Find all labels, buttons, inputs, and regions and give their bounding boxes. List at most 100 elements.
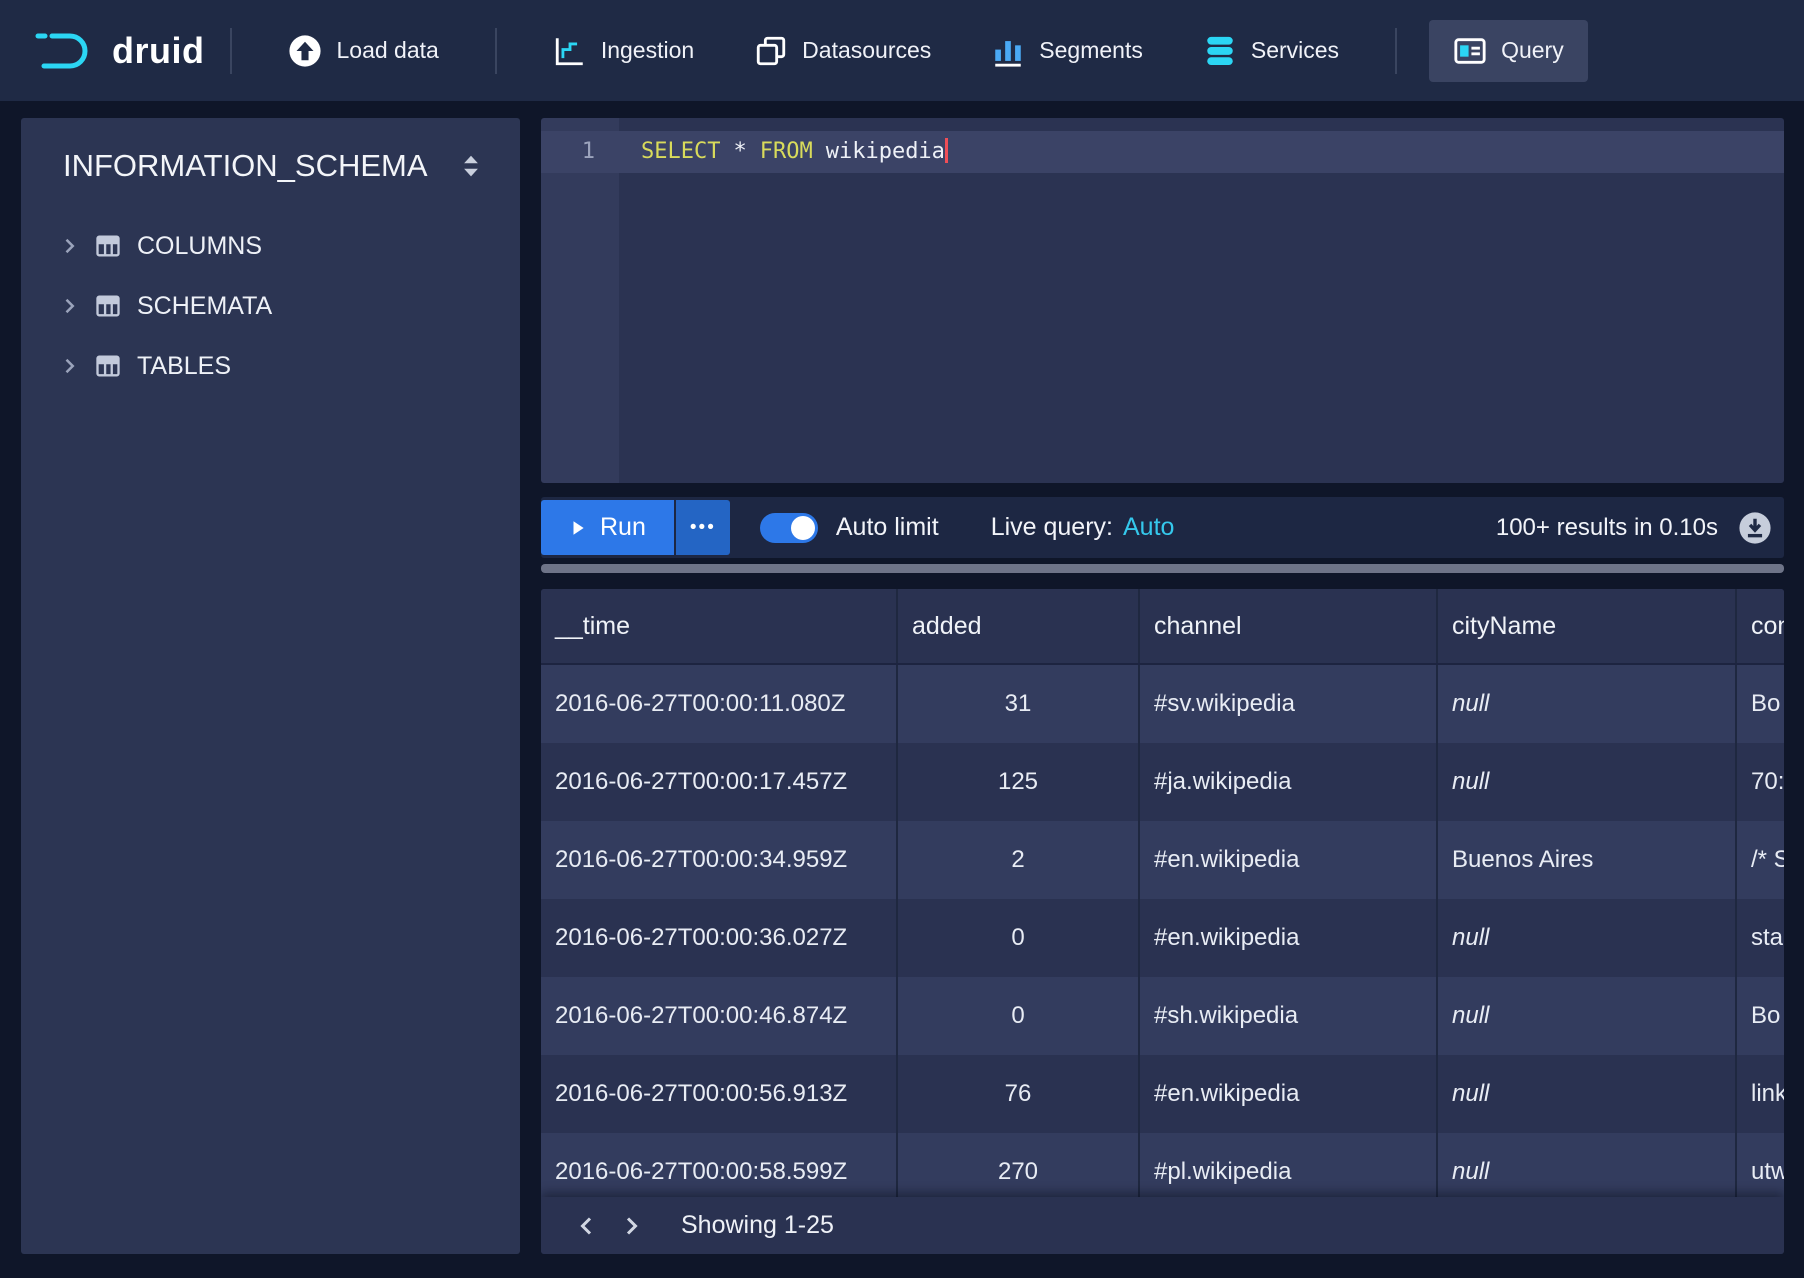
cell-time[interactable]: 2016-06-27T00:00:46.874Z (541, 977, 898, 1055)
editor-active-line[interactable]: 1 SELECT*FROMwikipedia (541, 131, 1784, 173)
cell-added[interactable]: 2 (898, 821, 1140, 899)
nav-item-query[interactable]: Query (1429, 20, 1588, 82)
table-row: 2016-06-27T00:00:36.027Z 0 #en.wikipedia… (541, 899, 1784, 977)
top-nav-bar: druid Load data Ingestion (0, 0, 1804, 101)
table-row: 2016-06-27T00:00:17.457Z 125 #ja.wikiped… (541, 743, 1784, 821)
logo-text: druid (112, 30, 204, 72)
nav-divider (1395, 28, 1397, 74)
tree-item-tables[interactable]: TABLES (21, 336, 520, 396)
cell-cityname[interactable]: Buenos Aires (1438, 821, 1737, 899)
nav-item-label: Segments (1039, 37, 1143, 64)
column-header-comment[interactable]: comment (1737, 589, 1784, 663)
schema-sidebar: INFORMATION_SCHEMA (21, 118, 520, 1254)
services-icon (1203, 34, 1237, 68)
download-results-button[interactable] (1738, 511, 1772, 545)
chevron-right-icon[interactable] (59, 236, 79, 256)
results-footer: Showing 1-25 (541, 1197, 1784, 1254)
cell-added[interactable]: 76 (898, 1055, 1140, 1133)
cell-comment[interactable]: link (1737, 1055, 1784, 1133)
table-row: 2016-06-27T00:00:11.080Z 31 #sv.wikipedi… (541, 665, 1784, 743)
next-page-button[interactable] (609, 1204, 653, 1248)
column-header-cityname[interactable]: cityName (1438, 589, 1737, 663)
auto-limit-toggle[interactable] (760, 513, 818, 543)
cell-cityname[interactable]: null (1438, 899, 1737, 977)
segments-icon (991, 34, 1025, 68)
auto-limit-label: Auto limit (836, 513, 939, 542)
cell-comment[interactable]: /* S (1737, 821, 1784, 899)
text-cursor (945, 138, 948, 163)
double-caret-vertical-icon (460, 152, 482, 180)
editor-empty-area[interactable] (541, 173, 1784, 483)
druid-logo[interactable]: druid (34, 28, 204, 74)
nav-item-services[interactable]: Services (1179, 20, 1363, 82)
ingestion-icon (553, 34, 587, 68)
cell-comment[interactable]: 70: (1737, 743, 1784, 821)
cell-channel[interactable]: #ja.wikipedia (1140, 743, 1438, 821)
live-query-mode-button[interactable]: Auto (1123, 513, 1174, 542)
cell-time[interactable]: 2016-06-27T00:00:36.027Z (541, 899, 898, 977)
cell-added[interactable]: 0 (898, 899, 1140, 977)
toggle-knob (791, 516, 815, 540)
table-row: 2016-06-27T00:00:56.913Z 76 #en.wikipedi… (541, 1055, 1784, 1133)
query-view: 1 SELECT*FROMwikipedia Run ••• (541, 118, 1784, 1254)
cell-comment[interactable]: Bo (1737, 665, 1784, 743)
nav-item-label: Datasources (802, 37, 931, 64)
sql-editor[interactable]: 1 SELECT*FROMwikipedia (541, 118, 1784, 483)
column-header-channel[interactable]: channel (1140, 589, 1438, 663)
nav-item-ingestion[interactable]: Ingestion (529, 20, 718, 82)
cell-channel[interactable]: #en.wikipedia (1140, 899, 1438, 977)
schema-title: INFORMATION_SCHEMA (63, 148, 428, 184)
cell-channel[interactable]: #en.wikipedia (1140, 1055, 1438, 1133)
sql-code-line[interactable]: SELECT*FROMwikipedia (619, 131, 1784, 173)
results-table: __time added channel cityName comment 20… (541, 589, 1784, 1211)
table-row: 2016-06-27T00:00:46.874Z 0 #sh.wikipedia… (541, 977, 1784, 1055)
sql-identifier: wikipedia (826, 139, 945, 164)
cell-time[interactable]: 2016-06-27T00:00:56.913Z (541, 1055, 898, 1133)
cell-time[interactable]: 2016-06-27T00:00:11.080Z (541, 665, 898, 743)
run-button[interactable]: Run (541, 500, 674, 555)
cell-added[interactable]: 31 (898, 665, 1140, 743)
druid-logo-icon (34, 28, 102, 74)
tree-item-schemata[interactable]: SCHEMATA (21, 276, 520, 336)
tree-item-label: COLUMNS (137, 232, 262, 261)
cell-added[interactable]: 125 (898, 743, 1140, 821)
content-area: INFORMATION_SCHEMA (0, 101, 1804, 1278)
cell-comment[interactable]: Bo (1737, 977, 1784, 1055)
cell-cityname[interactable]: null (1438, 1055, 1737, 1133)
sql-keyword-from: FROM (760, 139, 813, 164)
upload-circle-icon (288, 34, 322, 68)
tree-item-label: SCHEMATA (137, 292, 272, 321)
cell-comment[interactable]: sta (1737, 899, 1784, 977)
nav-item-segments[interactable]: Segments (967, 20, 1167, 82)
nav-item-load-data[interactable]: Load data (264, 20, 462, 82)
cell-cityname[interactable]: null (1438, 743, 1737, 821)
column-header-added[interactable]: added (898, 589, 1140, 663)
editor-top-padding (541, 118, 1784, 131)
column-header-time[interactable]: __time (541, 589, 898, 663)
chevron-right-icon[interactable] (59, 296, 79, 316)
nav-item-label: Load data (336, 37, 438, 64)
line-number: 1 (541, 131, 619, 173)
cell-cityname[interactable]: null (1438, 665, 1737, 743)
cell-time[interactable]: 2016-06-27T00:00:17.457Z (541, 743, 898, 821)
nav-item-datasources[interactable]: Datasources (730, 20, 955, 82)
table-icon (94, 292, 122, 320)
chevron-right-icon[interactable] (59, 356, 79, 376)
cell-cityname[interactable]: null (1438, 977, 1737, 1055)
results-panel: __time added channel cityName comment 20… (541, 589, 1784, 1254)
cell-channel[interactable]: #sh.wikipedia (1140, 977, 1438, 1055)
more-dots-icon: ••• (690, 517, 716, 539)
cell-channel[interactable]: #en.wikipedia (1140, 821, 1438, 899)
schema-tree: COLUMNS SCHEMATA (21, 202, 520, 396)
results-horizontal-scrollbar[interactable] (541, 564, 1784, 573)
prev-page-button[interactable] (565, 1204, 609, 1248)
cell-channel[interactable]: #sv.wikipedia (1140, 665, 1438, 743)
table-icon (94, 352, 122, 380)
run-more-button[interactable]: ••• (676, 500, 730, 555)
chevron-right-icon (619, 1214, 643, 1238)
sort-toggle-button[interactable] (456, 148, 486, 184)
query-icon (1453, 34, 1487, 68)
cell-added[interactable]: 0 (898, 977, 1140, 1055)
cell-time[interactable]: 2016-06-27T00:00:34.959Z (541, 821, 898, 899)
tree-item-columns[interactable]: COLUMNS (21, 216, 520, 276)
